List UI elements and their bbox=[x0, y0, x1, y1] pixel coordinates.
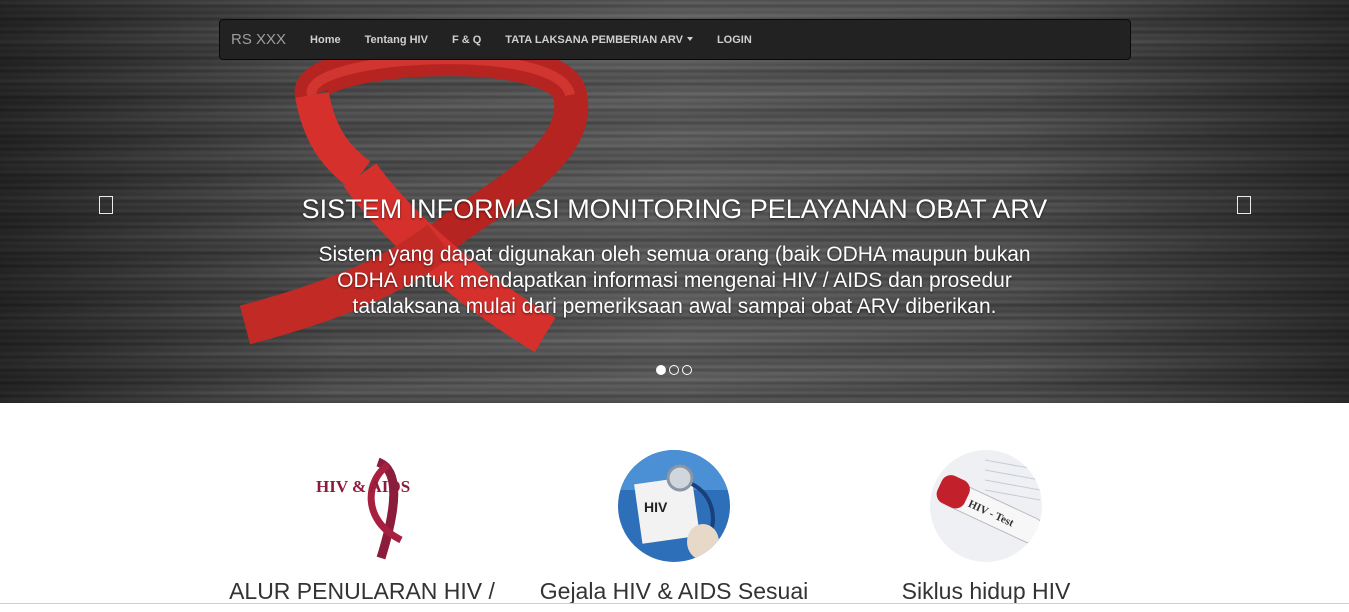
hiv-stethoscope-image[interactable]: HIV bbox=[618, 450, 730, 562]
nav-tata-laksana-label: TATA LAKSANA PEMBERIAN ARV bbox=[505, 33, 683, 46]
carousel-caption-title: SISTEM INFORMASI MONITORING PELAYANAN OB… bbox=[301, 194, 1048, 224]
feature-gejala: HIV Gejala HIV & AIDS Sesuai bbox=[524, 450, 824, 605]
divider bbox=[0, 603, 1349, 604]
feature-2-image-text: HIV bbox=[644, 499, 668, 515]
nav-login[interactable]: LOGIN bbox=[705, 34, 764, 46]
nav-tata-laksana-dropdown[interactable]: TATA LAKSANA PEMBERIAN ARV bbox=[493, 34, 705, 46]
feature-1-title: ALUR PENULARAN HIV / bbox=[229, 578, 495, 604]
navbar: RS XXX Home Tentang HIV F & Q TATA LAKSA… bbox=[219, 19, 1131, 60]
feature-3-title: Siklus hidup HIV bbox=[901, 578, 1071, 604]
hiv-test-tube-image[interactable]: HIV - Test bbox=[930, 450, 1042, 562]
hiv-aids-logo-image[interactable]: HIV & AIDS bbox=[306, 450, 418, 562]
feature-1-image-text: HIV & AIDS bbox=[316, 477, 410, 496]
navbar-brand[interactable]: RS XXX bbox=[220, 31, 298, 48]
carousel-indicators bbox=[656, 365, 692, 375]
nav-fq[interactable]: F & Q bbox=[440, 34, 493, 46]
feature-siklus: HIV - Test Siklus hidup HIV bbox=[836, 450, 1136, 605]
hero-carousel: RS XXX Home Tentang HIV F & Q TATA LAKSA… bbox=[0, 0, 1349, 403]
feature-2-title: Gejala HIV & AIDS Sesuai bbox=[539, 578, 809, 604]
carousel-caption-text: Sistem yang dapat digunakan oleh semua o… bbox=[318, 243, 1031, 318]
carousel-indicator-1[interactable] bbox=[656, 365, 666, 375]
carousel-indicator-3[interactable] bbox=[682, 365, 692, 375]
carousel-indicator-2[interactable] bbox=[669, 365, 679, 375]
nav-home[interactable]: Home bbox=[298, 34, 353, 46]
nav-tentang-hiv[interactable]: Tentang HIV bbox=[353, 34, 440, 46]
feature-alur-penularan: HIV & AIDS ALUR PENULARAN HIV / bbox=[212, 450, 512, 605]
caret-down-icon bbox=[686, 36, 693, 41]
